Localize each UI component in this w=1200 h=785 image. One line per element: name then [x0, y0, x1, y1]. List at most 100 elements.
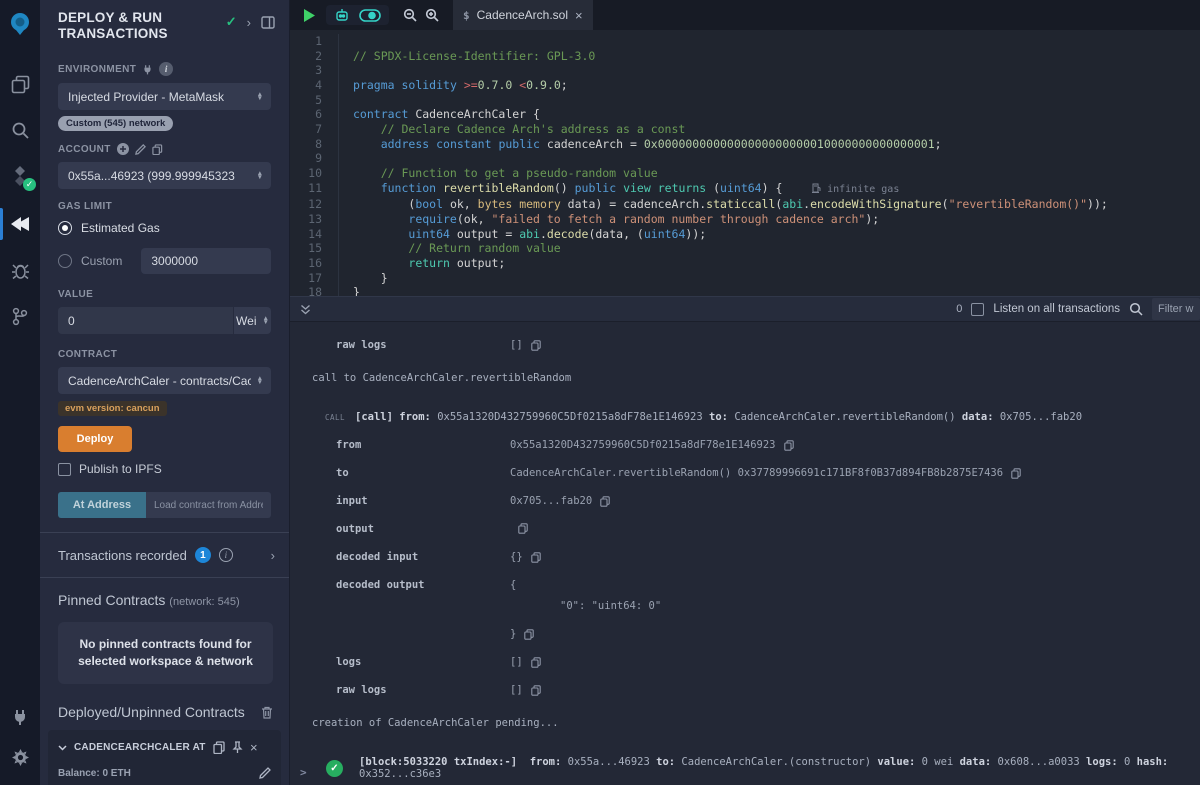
code-editor[interactable]: 1 2// SPDX-License-Identifier: GPL-3.03 …	[290, 30, 1200, 296]
publish-ipfs-row[interactable]: Publish to IPFS	[58, 462, 271, 476]
terminal-output[interactable]: raw logs[] call to CadenceArchCaler.rever…	[290, 323, 1200, 785]
terminal-filter-input[interactable]	[1152, 298, 1200, 320]
code-line[interactable]: 1	[290, 34, 1200, 49]
terminal-text-row[interactable]: creation of CadenceArchCaler pending...	[290, 717, 1200, 729]
copy-icon[interactable]	[600, 496, 610, 507]
pinned-contracts-title: Pinned Contracts (network: 545)	[40, 578, 289, 608]
collapse-icon[interactable]	[58, 745, 67, 751]
copy-icon[interactable]	[531, 685, 541, 696]
estimated-gas-radio[interactable]: Estimated Gas	[58, 221, 271, 235]
debugger-icon[interactable]	[0, 250, 40, 290]
terminal-text-row[interactable]: call to CadenceArchCaler.revertibleRando…	[290, 372, 1200, 384]
copy-icon[interactable]	[531, 340, 541, 351]
deploy-run-icon[interactable]	[0, 204, 40, 244]
environment-select[interactable]: Injected Provider - MetaMask ▲▼	[58, 83, 271, 110]
terminal-kv-row[interactable]: }	[290, 628, 1200, 640]
copilot-toggle-icon[interactable]	[359, 9, 381, 22]
checkbox-unchecked-icon[interactable]	[58, 463, 71, 476]
deploy-button[interactable]: Deploy	[58, 426, 132, 452]
copy-address-icon[interactable]	[213, 741, 225, 754]
code-line[interactable]: 7 // Declare Cadence Arch's address as a…	[290, 122, 1200, 137]
custom-gas-input[interactable]	[141, 248, 271, 274]
git-icon[interactable]	[0, 296, 40, 336]
code-line[interactable]: 18}	[290, 285, 1200, 296]
value-input[interactable]	[58, 307, 233, 334]
code-line[interactable]: 10 // Function to get a pseudo-random va…	[290, 166, 1200, 181]
search-icon[interactable]	[0, 110, 40, 150]
copy-icon[interactable]	[531, 657, 541, 668]
zoom-in-icon[interactable]	[425, 8, 439, 22]
terminal-kv-row[interactable]: logs[]	[290, 656, 1200, 668]
edit-account-icon[interactable]	[135, 144, 146, 155]
close-contract-icon[interactable]: ×	[250, 740, 258, 755]
contract-select[interactable]: CadenceArchCaler - contracts/Cac ▲▼	[58, 367, 271, 394]
terminal-kv-row[interactable]: decoded output{	[290, 579, 1200, 591]
line-number: 14	[290, 227, 338, 242]
collapse-terminal-icon[interactable]	[300, 304, 311, 315]
code-line[interactable]: 14 uint64 output = abi.decode(data, (uin…	[290, 227, 1200, 242]
at-address-input[interactable]	[146, 492, 271, 518]
solidity-compiler-icon[interactable]: ✓	[0, 156, 40, 196]
terminal-block-row[interactable]: ✓[block:5033220 txIndex:-] from: 0x55a..…	[290, 756, 1200, 780]
at-address-button[interactable]: At Address	[58, 492, 146, 518]
terminal-indent-row[interactable]: "0": "uint64: 0"	[290, 600, 1200, 612]
transactions-recorded-row[interactable]: Transactions recorded 1 i ›	[40, 533, 289, 577]
terminal-kv-row[interactable]: raw logs[]	[290, 339, 1200, 351]
code-line[interactable]: 4pragma solidity >=0.7.0 <0.9.0;	[290, 78, 1200, 93]
environment-info-icon[interactable]: i	[159, 62, 173, 76]
file-explorer-icon[interactable]	[0, 64, 40, 104]
settings-icon[interactable]	[0, 737, 40, 777]
terminal-prompt[interactable]: >	[300, 766, 307, 779]
zoom-out-icon[interactable]	[403, 8, 417, 22]
code-line[interactable]: 17 }	[290, 271, 1200, 286]
terminal-kv-row[interactable]: output	[290, 523, 1200, 535]
copy-account-icon[interactable]	[152, 144, 163, 155]
terminal-kv-row[interactable]: toCadenceArchCaler.revertibleRandom() 0x…	[290, 467, 1200, 479]
line-number: 17	[290, 271, 338, 286]
radio-selected-icon	[58, 221, 72, 235]
transactions-info-icon[interactable]: i	[219, 548, 233, 562]
code-line[interactable]: 11 function revertibleRandom() public vi…	[290, 181, 1200, 198]
code-line[interactable]: 2// SPDX-License-Identifier: GPL-3.0	[290, 49, 1200, 64]
add-account-icon[interactable]	[117, 143, 129, 155]
terminal-call-row[interactable]: CALL[call] from: 0x55a1320D432759960C5Df…	[290, 411, 1200, 423]
run-script-icon[interactable]	[302, 8, 316, 23]
remix-ai-icon[interactable]	[334, 8, 350, 22]
tab-cadencearch-sol[interactable]: $ CadenceArch.sol ×	[453, 0, 593, 30]
copy-icon[interactable]	[531, 552, 541, 563]
terminal-kv-row[interactable]: from0x55a1320D432759960C5Df0215a8dF78e1E…	[290, 439, 1200, 451]
terminal-kv-row[interactable]: raw logs[]	[290, 684, 1200, 696]
code-line[interactable]: 6contract CadenceArchCaler {	[290, 107, 1200, 122]
pin-panel-icon[interactable]	[261, 16, 275, 29]
copy-icon[interactable]	[518, 523, 528, 534]
panel-forward-icon[interactable]: ›	[247, 15, 251, 30]
edit-balance-icon[interactable]	[259, 767, 271, 779]
terminal-search-icon[interactable]	[1129, 302, 1143, 316]
code-line[interactable]: 3	[290, 63, 1200, 78]
listen-checkbox[interactable]	[971, 303, 984, 316]
code-line[interactable]: 9	[290, 151, 1200, 166]
account-select[interactable]: 0x55a...46923 (999.999945323 ▲▼	[58, 162, 271, 189]
code-line[interactable]: 13 require(ok, "failed to fetch a random…	[290, 212, 1200, 227]
custom-gas-radio[interactable]: Custom	[58, 248, 271, 274]
terminal-kv-row[interactable]: input0x705...fab20	[290, 495, 1200, 507]
code-line[interactable]: 15 // Return random value	[290, 241, 1200, 256]
pin-contract-icon[interactable]	[232, 741, 243, 754]
close-tab-icon[interactable]: ×	[575, 8, 583, 23]
trash-icon[interactable]	[261, 706, 273, 719]
transactions-expand-icon[interactable]: ›	[271, 548, 275, 563]
copy-icon[interactable]	[784, 440, 794, 451]
plugin-manager-icon[interactable]	[0, 697, 40, 737]
code-line[interactable]: 16 return output;	[290, 256, 1200, 271]
code-line[interactable]: 12 (bool ok, bytes memory data) = cadenc…	[290, 197, 1200, 212]
active-indicator	[0, 208, 3, 240]
chevron-updown-icon: ▲▼	[257, 377, 263, 385]
copy-icon[interactable]	[1011, 468, 1021, 479]
code-line[interactable]: 5	[290, 93, 1200, 108]
terminal-kv-row[interactable]: decoded input{}	[290, 551, 1200, 563]
copy-icon[interactable]	[524, 629, 534, 640]
code-line[interactable]: 8 address constant public cadenceArch = …	[290, 137, 1200, 152]
remix-logo[interactable]	[0, 0, 40, 48]
value-unit-select[interactable]: Wei ▲▼	[233, 307, 271, 334]
plug-icon[interactable]	[142, 64, 153, 75]
